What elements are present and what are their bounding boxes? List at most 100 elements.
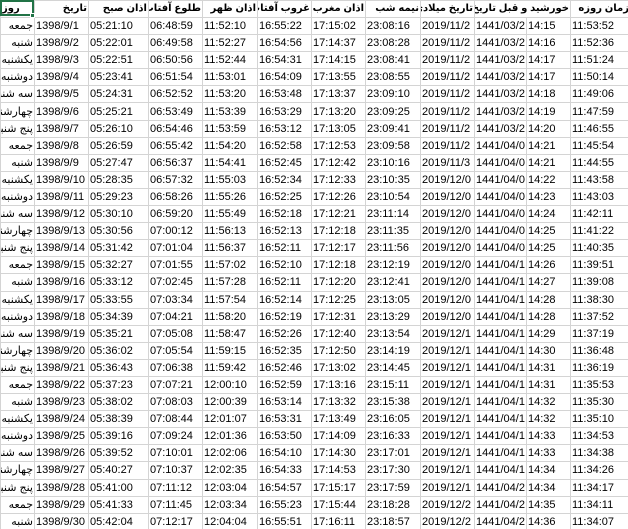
- table-cell[interactable]: چهارشنبه: [0, 102, 35, 121]
- table-cell[interactable]: 14:25: [526, 222, 571, 241]
- table-cell[interactable]: 17:12:21: [311, 205, 366, 224]
- table-cell[interactable]: 12:02:35: [202, 461, 258, 480]
- table-cell[interactable]: 14:34: [526, 461, 571, 480]
- table-cell[interactable]: 2019/12/0: [420, 307, 475, 326]
- table-cell[interactable]: 23:17:30: [365, 461, 421, 480]
- table-cell[interactable]: 2019/12/0: [420, 170, 475, 189]
- table-cell[interactable]: 12:04:04: [202, 512, 258, 529]
- table-cell[interactable]: 2019/12/1: [420, 375, 475, 395]
- table-cell[interactable]: 16:53:29: [257, 102, 312, 121]
- table-cell[interactable]: 17:13:32: [311, 393, 366, 412]
- table-cell[interactable]: 1441/04/1: [474, 461, 527, 480]
- table-cell[interactable]: 11:38:30: [570, 290, 628, 309]
- table-cell[interactable]: 1398/9/21: [34, 358, 89, 377]
- table-cell[interactable]: 12:03:34: [202, 495, 258, 514]
- table-cell[interactable]: 1398/9/27: [34, 461, 89, 480]
- table-cell[interactable]: 11:55:03: [202, 170, 258, 189]
- table-cell[interactable]: 2019/12/1: [420, 393, 475, 412]
- table-cell[interactable]: 1441/03/2: [474, 34, 527, 53]
- table-cell[interactable]: 23:08:41: [365, 51, 421, 70]
- table-cell[interactable]: 06:52:52: [148, 85, 203, 104]
- table-cell[interactable]: 16:52:11: [257, 273, 312, 292]
- table-cell[interactable]: 17:14:15: [311, 51, 366, 70]
- table-cell[interactable]: 07:08:44: [148, 410, 203, 429]
- table-cell[interactable]: 16:55:23: [257, 495, 312, 514]
- table-cell[interactable]: 16:52:35: [257, 341, 312, 360]
- table-cell[interactable]: 11:39:08: [570, 273, 628, 292]
- table-cell[interactable]: 16:54:09: [257, 68, 312, 87]
- table-cell[interactable]: 07:10:01: [148, 444, 203, 463]
- table-cell[interactable]: 2019/12/1: [420, 427, 475, 446]
- table-cell[interactable]: 1441/04/2: [474, 478, 527, 497]
- table-cell[interactable]: 06:58:26: [148, 187, 203, 207]
- table-cell[interactable]: 07:12:17: [148, 512, 203, 529]
- table-cell[interactable]: 11:53:20: [202, 85, 258, 104]
- table-cell[interactable]: 11:52:36: [570, 34, 628, 53]
- table-cell[interactable]: 23:17:01: [365, 444, 421, 463]
- table-cell[interactable]: 05:40:27: [88, 461, 149, 480]
- table-cell[interactable]: سه شنبه: [0, 324, 35, 343]
- table-cell[interactable]: 16:53:12: [257, 119, 312, 138]
- table-cell[interactable]: 05:39:16: [88, 427, 149, 446]
- table-cell[interactable]: 05:24:31: [88, 85, 149, 104]
- column-header[interactable]: زمان روزه: [570, 0, 628, 18]
- table-cell[interactable]: 16:52:26: [257, 324, 312, 343]
- table-cell[interactable]: 07:11:45: [148, 495, 203, 514]
- table-cell[interactable]: 16:54:10: [257, 444, 312, 463]
- table-cell[interactable]: 1398/9/8: [34, 136, 89, 155]
- table-cell[interactable]: 14:23: [526, 187, 571, 207]
- table-cell[interactable]: 11:34:07: [570, 512, 628, 529]
- table-cell[interactable]: 2019/12/2: [420, 512, 475, 529]
- table-cell[interactable]: 14:28: [526, 307, 571, 326]
- column-header[interactable]: اذان صبح: [88, 0, 149, 18]
- table-cell[interactable]: 11:34:26: [570, 461, 628, 480]
- table-cell[interactable]: 16:53:31: [257, 410, 312, 429]
- table-cell[interactable]: 23:17:59: [365, 478, 421, 497]
- table-cell[interactable]: 14:22: [526, 170, 571, 189]
- table-cell[interactable]: 1398/9/16: [34, 273, 89, 292]
- table-cell[interactable]: 1398/9/22: [34, 375, 89, 395]
- table-cell[interactable]: 11:57:28: [202, 273, 258, 292]
- table-cell[interactable]: 2019/12/1: [420, 461, 475, 480]
- table-cell[interactable]: 06:54:46: [148, 119, 203, 138]
- table-cell[interactable]: 05:34:39: [88, 307, 149, 326]
- table-cell[interactable]: 07:01:55: [148, 256, 203, 275]
- table-cell[interactable]: 1398/9/25: [34, 427, 89, 446]
- table-cell[interactable]: جمعه: [0, 495, 35, 514]
- table-cell[interactable]: چهارشنبه: [0, 461, 35, 480]
- table-cell[interactable]: 16:53:48: [257, 85, 312, 104]
- table-cell[interactable]: 14:34: [526, 478, 571, 497]
- table-cell[interactable]: 23:16:33: [365, 427, 421, 446]
- table-cell[interactable]: یکشنبه: [0, 51, 35, 70]
- table-cell[interactable]: 17:16:11: [311, 512, 366, 529]
- table-cell[interactable]: 05:29:23: [88, 187, 149, 207]
- table-cell[interactable]: 17:12:18: [311, 256, 366, 275]
- table-cell[interactable]: 23:08:16: [365, 16, 421, 36]
- table-cell[interactable]: 1441/04/0: [474, 222, 527, 241]
- table-cell[interactable]: 11:55:49: [202, 205, 258, 224]
- table-cell[interactable]: 14:36: [526, 512, 571, 529]
- table-cell[interactable]: 1398/9/5: [34, 85, 89, 104]
- table-cell[interactable]: 05:42:04: [88, 512, 149, 529]
- table-cell[interactable]: 11:34:38: [570, 444, 628, 463]
- table-cell[interactable]: 17:12:42: [311, 153, 366, 172]
- table-cell[interactable]: 11:35:30: [570, 393, 628, 412]
- table-cell[interactable]: 23:18:28: [365, 495, 421, 514]
- table-cell[interactable]: 23:11:35: [365, 222, 421, 241]
- table-cell[interactable]: 17:13:55: [311, 68, 366, 87]
- table-cell[interactable]: 12:02:06: [202, 444, 258, 463]
- table-cell[interactable]: 23:16:05: [365, 410, 421, 429]
- table-cell[interactable]: 17:12:53: [311, 136, 366, 155]
- table-cell[interactable]: 05:26:59: [88, 136, 149, 155]
- table-cell[interactable]: 23:13:29: [365, 307, 421, 326]
- table-cell[interactable]: 1441/04/1: [474, 410, 527, 429]
- table-cell[interactable]: 2019/12/0: [420, 187, 475, 207]
- table-cell[interactable]: یکشنبه: [0, 290, 35, 309]
- table-cell[interactable]: دوشنبه: [0, 68, 35, 87]
- table-cell[interactable]: 1398/9/30: [34, 512, 89, 529]
- table-cell[interactable]: 23:11:14: [365, 205, 421, 224]
- table-cell[interactable]: 07:09:24: [148, 427, 203, 446]
- table-cell[interactable]: 17:12:26: [311, 187, 366, 207]
- table-cell[interactable]: 1398/9/23: [34, 393, 89, 412]
- table-cell[interactable]: 11:37:19: [570, 324, 628, 343]
